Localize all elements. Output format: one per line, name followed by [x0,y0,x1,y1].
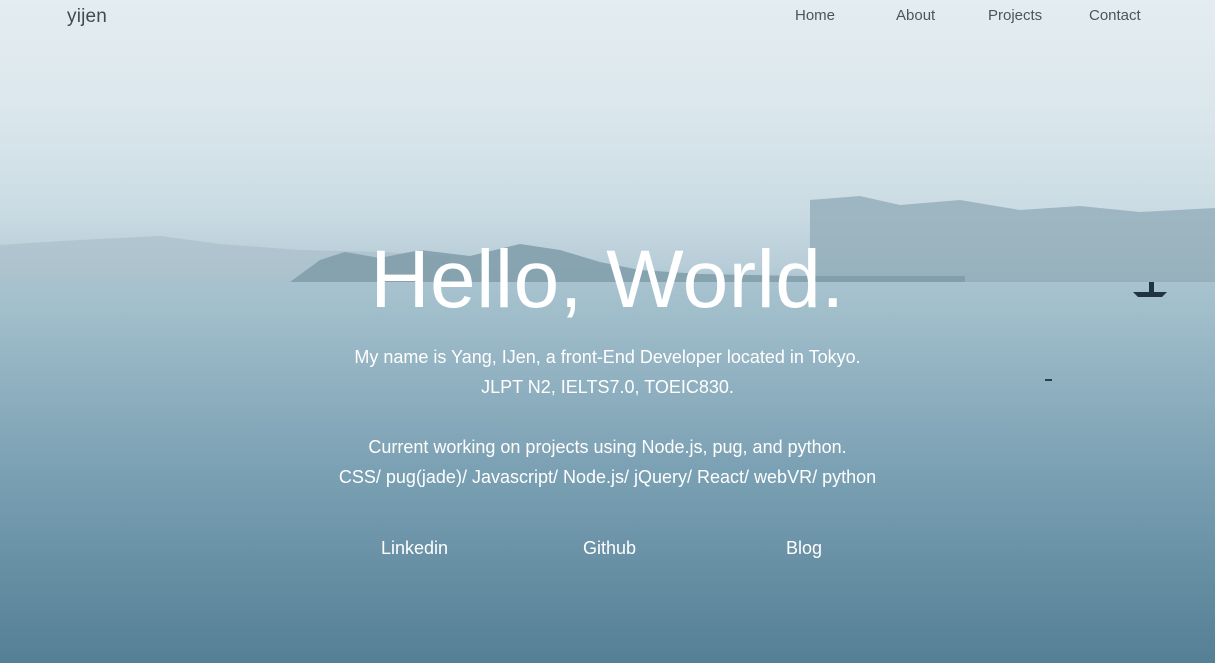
intro-line-name: My name is Yang, IJen, a front-End Devel… [354,347,861,367]
top-navigation: Home About Projects Contact [770,7,1180,27]
intro-line-certifications: JLPT N2, IELTS7.0, TOEIC830. [481,377,734,397]
blog-link[interactable]: Blog [786,538,822,559]
work-line-skills: CSS/ pug(jade)/ Javascript/ Node.js/ jQu… [338,467,877,487]
hero-section: yijen Home About Projects Contact Hello,… [0,0,1215,663]
linkedin-link[interactable]: Linkedin [381,538,448,559]
nav-about-link[interactable]: About [896,7,935,24]
hero-headline: Hello, World. [370,234,845,325]
social-links: Linkedin Github Blog [0,538,1215,562]
nav-home-link[interactable]: Home [795,7,835,24]
brand-logo-text[interactable]: yijen [67,6,107,28]
nav-projects-link[interactable]: Projects [988,7,1042,24]
nav-contact-link[interactable]: Contact [1089,7,1141,24]
work-line-current: Current working on projects using Node.j… [368,437,847,457]
hero-intro: My name is Yang, IJen, a front-End Devel… [0,342,1215,492]
github-link[interactable]: Github [583,538,636,559]
lake-background-image [0,0,1215,663]
